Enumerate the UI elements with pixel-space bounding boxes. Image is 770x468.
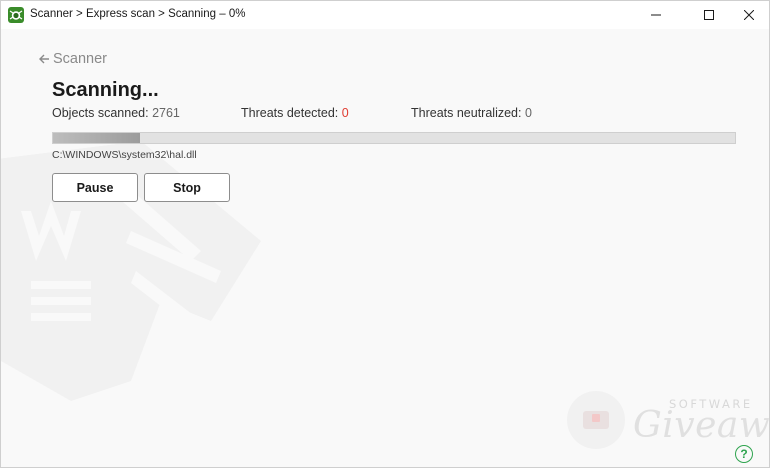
minimize-button[interactable]: [633, 1, 679, 29]
objects-scanned-value: 2761: [152, 106, 180, 120]
back-label: Scanner: [53, 51, 108, 67]
title-bar: Scanner > Express scan > Scanning – 0%: [1, 1, 769, 29]
threats-neutralized-label: Threats neutralized:: [411, 106, 522, 120]
scan-progress-fill: [53, 133, 140, 143]
threats-neutralized-value: 0: [524, 106, 532, 120]
minimize-icon: [651, 10, 661, 20]
page-title: Scanning...: [52, 79, 159, 101]
close-icon: [744, 10, 754, 20]
stop-button[interactable]: Stop: [144, 173, 230, 202]
scanner-window: Scanner > Express scan > Scanning – 0% S…: [0, 0, 770, 468]
help-icon[interactable]: ?: [735, 445, 753, 463]
threats-neutralized-stat: Threats neutralized: 0: [411, 106, 532, 120]
pause-button[interactable]: Pause: [52, 173, 138, 202]
threats-detected-value: 0: [341, 106, 349, 120]
drweb-watermark-logo: [1, 141, 261, 401]
objects-scanned-label: Objects scanned:: [52, 106, 149, 120]
scan-progress-bar: [52, 132, 736, 144]
maximize-icon: [704, 10, 714, 20]
close-button[interactable]: [726, 1, 769, 29]
threats-detected-label: Threats detected:: [241, 106, 339, 120]
threats-detected-stat: Threats detected: 0: [241, 106, 349, 120]
back-to-scanner-link[interactable]: Scanner: [38, 51, 107, 67]
window-title: Scanner > Express scan > Scanning – 0%: [30, 8, 246, 20]
watermark-giveaway-text: Giveaway: [633, 405, 770, 446]
arrow-left-icon: [39, 54, 49, 64]
current-file-path: C:\WINDOWS\system32\hal.dll: [52, 149, 197, 161]
drweb-spider-icon: [8, 7, 24, 23]
objects-scanned-stat: Objects scanned: 2761: [52, 106, 180, 120]
gift-icon: [583, 411, 609, 429]
giveaway-logo-circle: [567, 391, 625, 449]
